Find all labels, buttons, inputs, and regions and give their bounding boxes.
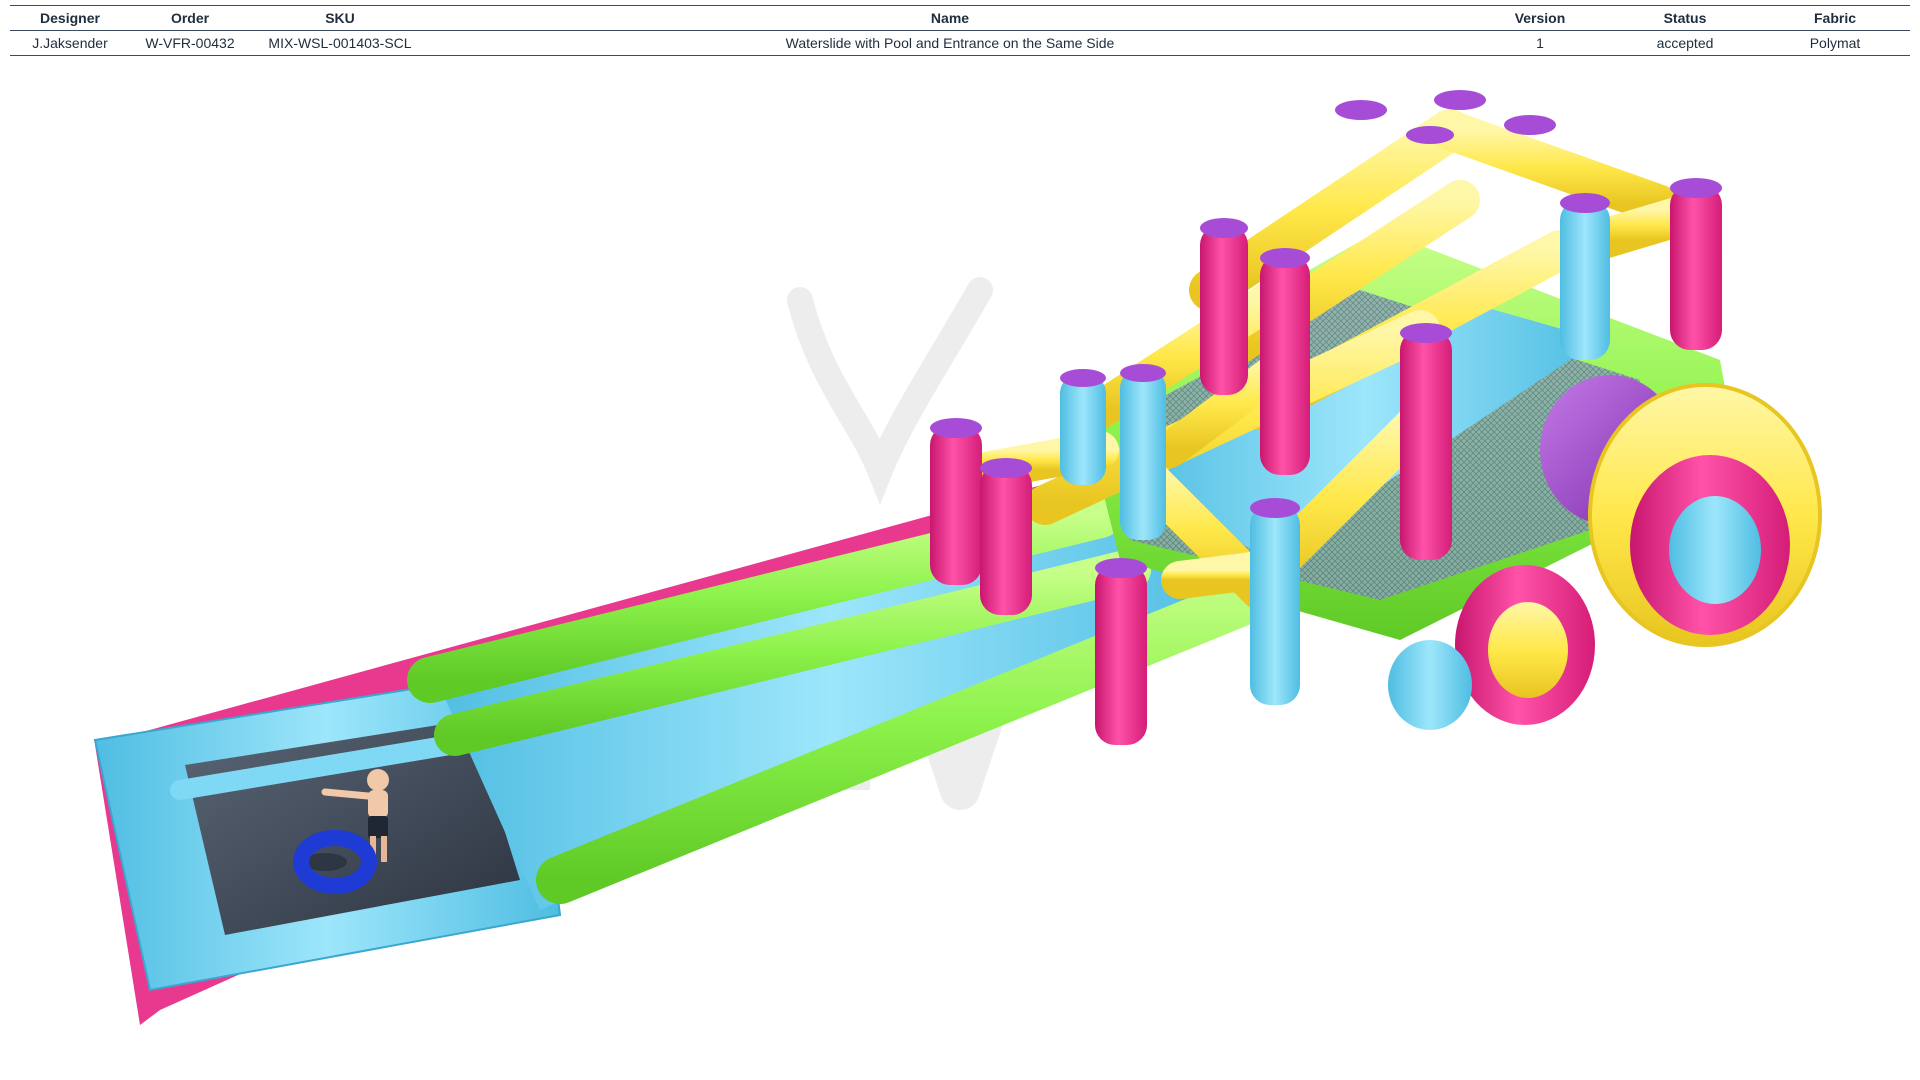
cell-sku: MIX-WSL-001403-SCL (250, 30, 430, 56)
product-spec-page: Designer Order SKU Name Version Status F… (0, 0, 1920, 1080)
header-status: Status (1610, 5, 1760, 31)
cell-status: accepted (1610, 30, 1760, 56)
header-name: Name (430, 5, 1470, 31)
cell-order: W-VFR-00432 (130, 30, 250, 56)
spec-table: Designer Order SKU Name Version Status F… (10, 5, 1910, 56)
inflatable-waterslide-render (93, 90, 1822, 1025)
cell-name: Waterslide with Pool and Entrance on the… (430, 30, 1470, 56)
header-fabric: Fabric (1760, 5, 1910, 31)
header-version: Version (1470, 5, 1610, 31)
header-order: Order (130, 5, 250, 31)
cell-designer: J.Jaksender (10, 30, 130, 56)
spec-table-row: J.Jaksender W-VFR-00432 MIX-WSL-001403-S… (10, 30, 1910, 56)
header-sku: SKU (250, 5, 430, 31)
cell-fabric: Polymat (1760, 30, 1910, 56)
cell-version: 1 (1470, 30, 1610, 56)
header-designer: Designer (10, 5, 130, 31)
spec-table-header-row: Designer Order SKU Name Version Status F… (10, 5, 1910, 31)
